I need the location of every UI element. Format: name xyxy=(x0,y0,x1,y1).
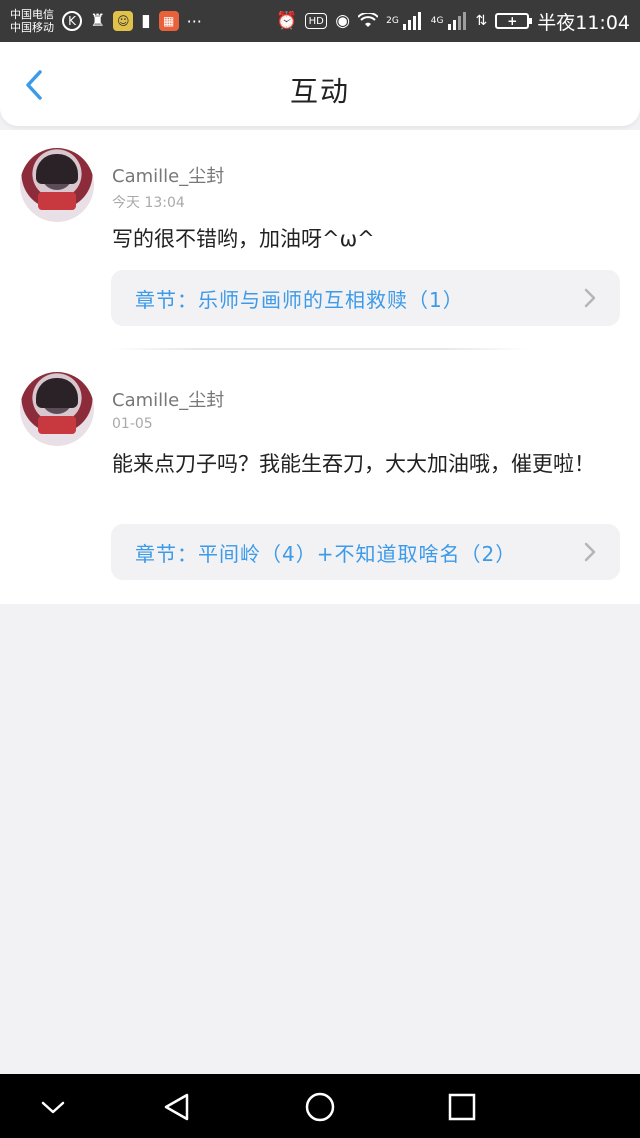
carrier-1: 中国电信 xyxy=(10,8,54,21)
network-2g-label: 2G xyxy=(386,16,399,26)
comment-username[interactable]: Camille_尘封 xyxy=(112,162,224,188)
battery-icon: + xyxy=(495,13,533,29)
comment-username[interactable]: Camille_尘封 xyxy=(112,386,224,412)
chapter-link[interactable]: 章节：乐师与画师的互相救赎（1） xyxy=(111,270,620,326)
avatar[interactable] xyxy=(20,372,94,446)
chevron-down-icon[interactable] xyxy=(36,1090,70,1124)
cup-icon: ♜ xyxy=(90,10,106,31)
chevron-right-icon xyxy=(584,288,596,308)
chapter-link-label: 章节：平间岭（4）+不知道取啥名（2） xyxy=(135,541,517,566)
grid-app-icon: ▦ xyxy=(158,11,179,31)
wifi-icon xyxy=(358,13,379,27)
interaction-list: Camille_尘封 今天 13:04 写的很不错哟，加油呀^ω^ 章节：乐师与… xyxy=(0,130,640,604)
avatar[interactable] xyxy=(20,148,94,222)
navigation-bar xyxy=(0,1074,640,1138)
signal-icon-2 xyxy=(447,12,466,30)
carrier-labels: 中国电信 中国移动 xyxy=(10,8,54,34)
status-bar: 中国电信 中国移动 K ♜ ☺ ▮ ▦ ··· ⏰ HD ◉ 2G 4G ⇅ + xyxy=(0,0,640,42)
app-header: 互动 xyxy=(0,42,640,126)
comment-time: 今天 13:04 xyxy=(112,195,185,211)
alarm-icon: ⏰ xyxy=(276,10,298,31)
network-4g-label: 4G xyxy=(430,16,444,26)
battery-charging: + xyxy=(507,14,518,28)
chevron-right-icon xyxy=(584,542,596,562)
status-time: 半夜11:04 xyxy=(537,11,630,34)
more-notifications: ··· xyxy=(186,11,202,31)
face-app-icon: ☺ xyxy=(113,11,134,31)
hd-icon: HD xyxy=(305,13,328,29)
comment-item: Camille_尘封 01-05 能来点刀子吗？我能生吞刀，大大加油哦，催更啦！… xyxy=(0,354,640,604)
divider xyxy=(110,348,530,350)
k-app-icon: K xyxy=(62,11,82,31)
comment-time: 01-05 xyxy=(112,416,153,432)
signal-icon-1 xyxy=(402,12,421,30)
data-arrows-icon: ⇅ xyxy=(475,13,488,29)
chapter-link-label: 章节：乐师与画师的互相救赎（1） xyxy=(135,287,464,312)
home-circle-icon[interactable] xyxy=(303,1090,337,1124)
chapter-link[interactable]: 章节：平间岭（4）+不知道取啥名（2） xyxy=(111,524,620,580)
back-triangle-icon[interactable] xyxy=(160,1090,194,1124)
comment-item: Camille_尘封 今天 13:04 写的很不错哟，加油呀^ω^ 章节：乐师与… xyxy=(0,130,640,354)
alert-icon: ▮ xyxy=(141,10,151,31)
carrier-2: 中国移动 xyxy=(10,21,54,34)
eye-icon: ◉ xyxy=(335,10,351,31)
comment-content: 能来点刀子吗？我能生吞刀，大大加油哦，催更啦！ xyxy=(112,452,595,476)
page-title: 互动 xyxy=(289,75,350,108)
comment-content: 写的很不错哟，加油呀^ω^ xyxy=(112,227,375,251)
recent-apps-icon[interactable] xyxy=(445,1090,479,1124)
